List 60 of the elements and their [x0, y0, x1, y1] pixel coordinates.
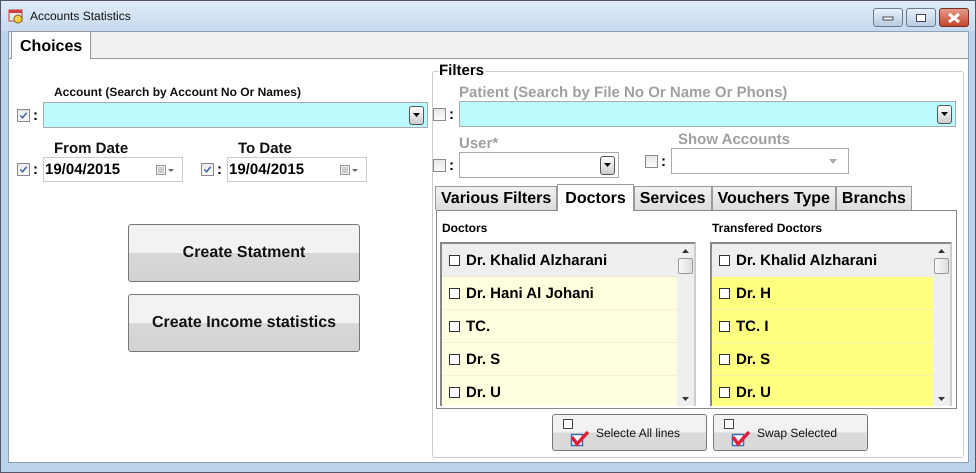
- scroll-down-icon[interactable]: [682, 397, 689, 401]
- close-button[interactable]: [939, 8, 969, 27]
- caret-icon: [604, 163, 611, 167]
- action-button[interactable]: Create Income statistics: [128, 294, 360, 352]
- list-label: Transfered Doctors: [712, 221, 824, 235]
- colon: :: [33, 106, 39, 124]
- scrollbar[interactable]: [677, 244, 694, 406]
- list-item[interactable]: Dr. Khalid Alzharani: [712, 244, 933, 277]
- dropdown-button[interactable]: [937, 104, 952, 124]
- checkbox[interactable]: [17, 163, 30, 176]
- checkbox[interactable]: [433, 158, 446, 172]
- minimize-button[interactable]: [873, 8, 903, 27]
- scroll-down-icon[interactable]: [938, 397, 945, 401]
- action-button[interactable]: Swap Selected: [713, 414, 868, 451]
- colon: :: [33, 161, 39, 178]
- colon: :: [661, 152, 667, 170]
- checkbox-tick-icon: [723, 418, 753, 448]
- scroll-up-icon[interactable]: [682, 249, 689, 253]
- action-button[interactable]: Create Statment: [128, 224, 360, 282]
- tab[interactable]: Services: [634, 186, 712, 210]
- scroll-up-icon[interactable]: [938, 249, 945, 253]
- list-item[interactable]: Dr. Khalid Alzharani: [442, 244, 677, 277]
- checkbox[interactable]: [201, 163, 214, 176]
- field-label: Show Accounts: [678, 131, 791, 148]
- caret-icon: [941, 112, 948, 116]
- field-label: Account (Search by Account No Or Names): [54, 85, 302, 99]
- scroll-thumb[interactable]: [934, 258, 949, 274]
- calendar-icon[interactable]: [340, 164, 360, 174]
- tab[interactable]: Doctors: [557, 184, 634, 211]
- field-label: From Date: [54, 140, 130, 157]
- dropdown-field[interactable]: [459, 152, 619, 178]
- scroll-thumb[interactable]: [678, 258, 693, 274]
- maximize-button[interactable]: [906, 8, 936, 27]
- tab[interactable]: Various Filters: [435, 186, 558, 210]
- minimize-icon: [882, 14, 894, 20]
- dropdown-button[interactable]: [600, 156, 615, 174]
- dropdown-button[interactable]: [409, 106, 424, 124]
- checkbox-tick-icon: [562, 418, 592, 448]
- app-icon: [8, 8, 24, 24]
- tab[interactable]: Choices: [11, 31, 92, 59]
- colon: :: [449, 156, 455, 174]
- tab[interactable]: Vouchers Type: [712, 186, 836, 210]
- colon: :: [449, 106, 455, 122]
- field-label: Patient (Search by File No Or Name Or Phons): [459, 84, 788, 101]
- calendar-icon[interactable]: [156, 164, 176, 174]
- action-button[interactable]: Selecte All lines: [552, 414, 707, 451]
- checkbox[interactable]: [17, 108, 30, 122]
- checkbox[interactable]: [433, 108, 446, 120]
- maximize-icon: [915, 12, 927, 22]
- scrollbar[interactable]: [933, 244, 950, 406]
- date-field[interactable]: 19/04/2015: [227, 157, 367, 182]
- field-label: User*: [459, 135, 500, 152]
- window-title: Accounts Statistics: [30, 9, 131, 23]
- caret-icon: [413, 113, 420, 117]
- field-label: To Date: [238, 140, 293, 157]
- colon: :: [217, 161, 223, 178]
- date-field[interactable]: 19/04/2015: [43, 157, 183, 182]
- list-label: Doctors: [442, 221, 488, 235]
- close-icon: [947, 12, 961, 22]
- tab[interactable]: Branchs: [836, 186, 912, 210]
